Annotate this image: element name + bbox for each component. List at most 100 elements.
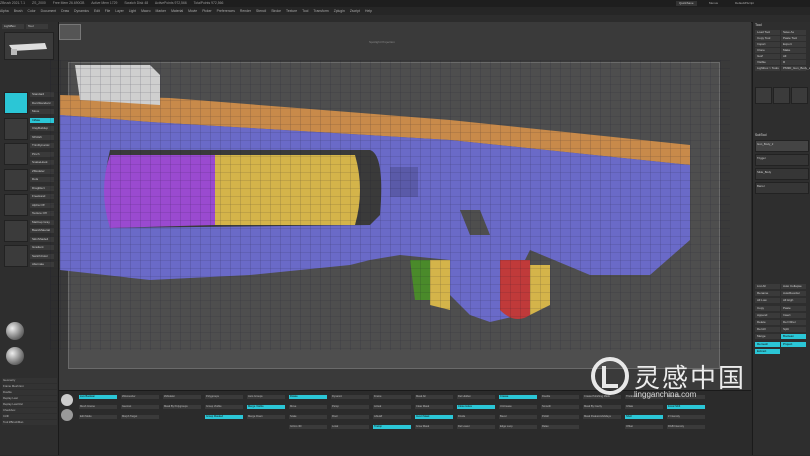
tray-button[interactable]: Scale <box>289 415 327 419</box>
left-lower-item[interactable]: Checkbox <box>2 408 57 413</box>
subtool-action-button[interactable]: AutoReorder <box>781 291 806 297</box>
sphere-material-icon[interactable] <box>61 394 73 406</box>
current-tool-thumbnail[interactable] <box>4 32 54 60</box>
subtool-action-button[interactable]: Append <box>755 312 780 318</box>
tray-button[interactable]: Mask All <box>415 395 453 399</box>
menu-texture[interactable]: Texture <box>286 9 297 13</box>
subtool-item[interactable]: Barrel <box>755 182 809 194</box>
menu-material[interactable]: Material <box>171 9 183 13</box>
tool-action-button[interactable]: Make PolyMesh3D <box>781 48 806 57</box>
material-sphere-icon[interactable] <box>6 322 24 340</box>
menu-help[interactable]: Help <box>365 9 372 13</box>
menu-tool[interactable]: Tool <box>302 9 308 13</box>
subtool-action-button[interactable]: Delete <box>755 320 780 325</box>
tool-thumbnail[interactable] <box>791 87 808 104</box>
tray-button[interactable]: Merge Down <box>247 415 285 419</box>
brush-thumbnail[interactable] <box>4 117 28 140</box>
tray-button[interactable]: Double <box>541 395 579 399</box>
tray-button[interactable]: ZRemesher <box>121 395 159 399</box>
tool-thumbnail[interactable] <box>755 87 772 104</box>
tray-button[interactable]: Group Visible <box>205 405 243 409</box>
menu-file[interactable]: File <box>105 9 110 13</box>
left-lower-item[interactable]: Frame Mesh Ext <box>2 384 57 389</box>
tool-action-button[interactable]: Copy Tool <box>755 36 780 41</box>
tray-button[interactable]: Geomet <box>121 405 159 409</box>
brush-thumbnail[interactable] <box>4 92 28 114</box>
menus-toggle[interactable]: Menus <box>706 1 721 6</box>
menu-light[interactable]: Light <box>129 9 136 13</box>
subtool-action-button[interactable]: All High <box>781 298 806 304</box>
tray-button[interactable]: RGB Intensity <box>667 425 705 429</box>
brush-thumbnail[interactable] <box>4 143 28 165</box>
tray-button[interactable]: Actual <box>373 405 411 409</box>
tool-thumbnail[interactable] <box>773 87 790 104</box>
tray-button[interactable]: Relax <box>541 425 579 429</box>
subtool-action-button[interactable]: Remesh <box>755 341 780 347</box>
menu-preferences[interactable]: Preferences <box>217 9 235 13</box>
tray-button[interactable]: Morph Target <box>121 415 159 419</box>
tray-button[interactable]: Merge Visible <box>247 405 285 409</box>
tray-button[interactable]: Edge Loop <box>499 425 537 429</box>
tray-button[interactable]: Mesh Interse <box>79 405 117 409</box>
tray-button[interactable]: Local <box>331 425 369 429</box>
tray-button[interactable]: Edit Mode <box>79 415 117 419</box>
menu-edit[interactable]: Edit <box>94 9 100 13</box>
menu-picker[interactable]: Picker <box>202 9 211 13</box>
tray-button[interactable]: Persp <box>331 405 369 409</box>
menu-layer[interactable]: Layer <box>115 9 123 13</box>
tool-action-button[interactable]: Export <box>781 42 806 47</box>
menu-draw[interactable]: Draw <box>61 9 69 13</box>
tray-button[interactable]: Frame <box>373 395 411 399</box>
quicksave-button[interactable]: QuickSave <box>676 1 697 6</box>
subtool-action-button[interactable]: Paste <box>781 305 806 311</box>
tray-button[interactable]: Auto Groups <box>247 395 285 399</box>
tray-button[interactable]: Floor <box>331 415 369 419</box>
menu-color[interactable]: Color <box>28 9 36 13</box>
tool-action-button[interactable]: Paste Tool <box>781 36 806 41</box>
tray-button[interactable]: AAHalf <box>373 415 411 419</box>
tray-button[interactable]: Del Lower <box>457 425 495 429</box>
gun-mesh[interactable] <box>50 60 730 350</box>
brush-thumbnail[interactable] <box>4 194 28 216</box>
menu-zscript[interactable]: Zscript <box>350 9 360 13</box>
tray-button[interactable]: Close Holes <box>457 405 495 409</box>
tray-button[interactable]: Clear Mask <box>415 405 453 409</box>
tray-button[interactable]: Move <box>289 405 327 409</box>
tray-button[interactable]: Polish <box>541 415 579 419</box>
tool-action-button[interactable]: Lightbox > Tools <box>755 66 780 71</box>
subtool-action-button[interactable]: Auto Collapse <box>781 284 806 289</box>
tray-button[interactable]: Polygroups <box>205 395 243 399</box>
subtool-item[interactable]: Trigger <box>755 154 809 166</box>
tool-action-button[interactable]: Import <box>755 42 780 47</box>
subtool-action-button[interactable]: Copy <box>755 305 780 311</box>
menu-zplugin[interactable]: Zplugin <box>334 9 345 13</box>
tool-action-button[interactable]: Save As <box>781 30 806 35</box>
subtool-action-button[interactable]: Boolean <box>781 334 806 340</box>
subtool-action-button[interactable]: Rename <box>755 291 780 297</box>
tray-button[interactable]: Mask By Polygroups <box>163 405 201 409</box>
subtool-item[interactable]: Slide_Body <box>755 168 809 180</box>
left-lower-item[interactable]: Tool:ZBrushMan <box>2 420 57 425</box>
tray-button[interactable]: UnCrease <box>499 405 537 409</box>
tool-menu-button[interactable]: Tool <box>26 24 48 29</box>
tray-button[interactable]: Bevel <box>499 415 537 419</box>
tool-action-button[interactable]: PM3D_Gun_Body_2 <box>781 66 810 71</box>
brush-thumbnail[interactable] <box>4 219 28 242</box>
material-sphere-icon[interactable] <box>6 347 24 365</box>
tray-button[interactable]: ZModeler <box>163 395 201 399</box>
tray-button[interactable]: Smooth <box>541 405 579 409</box>
menu-render[interactable]: Render <box>240 9 251 13</box>
tray-button[interactable]: Shell <box>625 415 663 419</box>
brush-thumbnail[interactable] <box>4 168 28 191</box>
tray-button[interactable]: Dynamic <box>331 395 369 399</box>
sphere-alpha-icon[interactable] <box>61 409 73 421</box>
menu-brush[interactable]: Brush <box>14 9 23 13</box>
subtool-action-button[interactable]: Del Other <box>781 320 806 325</box>
tray-button[interactable]: Mask PeaksAndValleys <box>583 415 621 419</box>
tray-button[interactable]: Group Masked <box>205 415 243 419</box>
subtool-action-button[interactable]: Project <box>781 341 806 347</box>
tray-button[interactable]: Offset <box>625 425 663 429</box>
document-icon[interactable] <box>59 24 81 40</box>
left-lower-item[interactable]: Double <box>2 390 57 395</box>
tool-action-button[interactable]: R <box>781 60 806 65</box>
